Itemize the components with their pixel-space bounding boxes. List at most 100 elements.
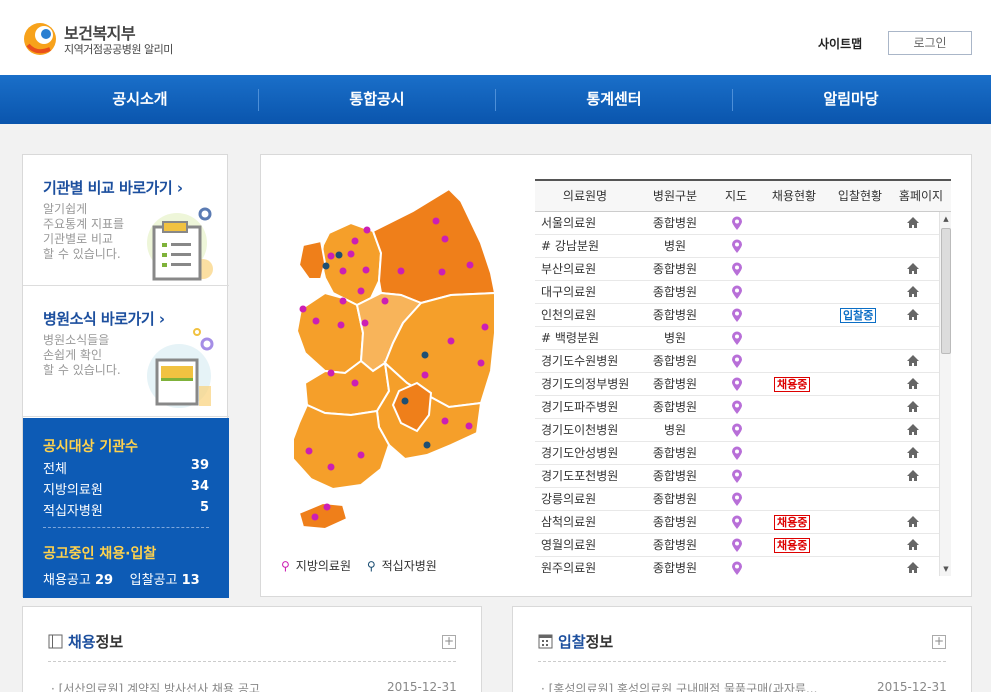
hospital-name-cell[interactable]: 경기도포천병원 xyxy=(541,465,618,488)
local-hospital-pin[interactable] xyxy=(339,267,347,275)
bid-list-item[interactable]: · [홍성의료원] 홍성의료원 구내매점 물품구매(과자류... xyxy=(541,680,817,692)
map-pin-icon[interactable] xyxy=(731,239,743,254)
local-hospital-pin[interactable] xyxy=(438,268,446,276)
map-region-chungnam[interactable] xyxy=(295,291,365,375)
hire-count-link[interactable]: 채용공고 29 xyxy=(43,573,113,588)
hiring-badge[interactable]: 채용중 xyxy=(774,538,811,553)
hospital-name-cell[interactable]: 원주의료원 xyxy=(541,557,596,576)
stat-row-redcross[interactable]: 적십자병원 5 xyxy=(43,500,209,519)
map-region-incheon[interactable] xyxy=(297,239,327,280)
map-pin-icon[interactable] xyxy=(731,285,743,300)
bid-more-button[interactable]: + xyxy=(932,635,946,649)
local-hospital-pin[interactable] xyxy=(381,297,389,305)
map-pin-icon[interactable] xyxy=(731,469,743,484)
home-icon[interactable] xyxy=(907,378,919,390)
home-icon[interactable] xyxy=(907,470,919,482)
map-pin-icon[interactable] xyxy=(731,377,743,392)
local-hospital-pin[interactable] xyxy=(477,359,485,367)
hospital-name-cell[interactable]: 경기도의정부병원 xyxy=(541,373,629,396)
local-hospital-pin[interactable] xyxy=(441,235,449,243)
local-hospital-pin[interactable] xyxy=(357,287,365,295)
local-hospital-pin[interactable] xyxy=(481,323,489,331)
compare-quicklink[interactable]: 기관별 비교 바로가기 › 알기쉽게 주요통계 지표를 기관별로 비교 할 수 … xyxy=(23,155,229,286)
home-icon[interactable] xyxy=(907,424,919,436)
local-hospital-pin[interactable] xyxy=(362,266,370,274)
home-icon[interactable] xyxy=(907,217,919,229)
local-hospital-pin[interactable] xyxy=(351,379,359,387)
local-hospital-pin[interactable] xyxy=(421,371,429,379)
map-region-jeju[interactable] xyxy=(297,501,349,531)
compare-quicklink-title[interactable]: 기관별 비교 바로가기 › xyxy=(43,177,183,198)
hospital-name-cell[interactable]: 인천의료원 xyxy=(541,304,596,327)
home-icon[interactable] xyxy=(907,263,919,275)
hiring-badge[interactable]: 채용중 xyxy=(774,377,811,392)
scroll-thumb[interactable] xyxy=(941,228,951,354)
map-region-gyeonggi[interactable] xyxy=(319,221,383,307)
hire-more-button[interactable]: + xyxy=(442,635,456,649)
local-hospital-pin[interactable] xyxy=(466,261,474,269)
stat-row-total[interactable]: 전체 39 xyxy=(43,458,209,477)
redcross-hospital-pin[interactable] xyxy=(401,397,409,405)
local-hospital-pin[interactable] xyxy=(337,321,345,329)
redcross-hospital-pin[interactable] xyxy=(335,251,343,259)
nav-item-notice[interactable]: 알림마당 xyxy=(733,75,969,124)
hospital-name-cell[interactable]: 경기도안성병원 xyxy=(541,442,618,465)
local-hospital-pin[interactable] xyxy=(327,463,335,471)
local-hospital-pin[interactable] xyxy=(312,317,320,325)
map-pin-icon[interactable] xyxy=(731,216,743,231)
map-pin-icon[interactable] xyxy=(731,515,743,530)
map-pin-icon[interactable] xyxy=(731,561,743,576)
hospital-name-cell[interactable]: 경기도이천병원 xyxy=(541,419,618,442)
redcross-hospital-pin[interactable] xyxy=(421,351,429,359)
hospital-name-cell[interactable]: 부산의료원 xyxy=(541,258,596,281)
news-quicklink-title[interactable]: 병원소식 바로가기 › xyxy=(43,308,165,329)
map-pin-icon[interactable] xyxy=(731,331,743,346)
local-hospital-pin[interactable] xyxy=(432,217,440,225)
home-icon[interactable] xyxy=(907,355,919,367)
local-hospital-pin[interactable] xyxy=(305,447,313,455)
map-pin-icon[interactable] xyxy=(731,446,743,461)
hospital-name-cell[interactable]: 경기도수원병원 xyxy=(541,350,618,373)
home-icon[interactable] xyxy=(907,539,919,551)
local-hospital-pin[interactable] xyxy=(465,422,473,430)
local-hospital-pin[interactable] xyxy=(339,297,347,305)
hospital-name-cell[interactable]: 대구의료원 xyxy=(541,281,596,304)
nav-item-disclosure-intro[interactable]: 공시소개 xyxy=(22,75,258,124)
map-region-gangwon[interactable] xyxy=(371,187,497,305)
table-scrollbar[interactable]: ▲ ▼ xyxy=(939,212,951,576)
hospital-name-cell[interactable]: # 백령분원 xyxy=(541,327,599,350)
local-hospital-pin[interactable] xyxy=(299,305,307,313)
hiring-badge[interactable]: 채용중 xyxy=(774,515,811,530)
local-hospital-pin[interactable] xyxy=(351,237,359,245)
redcross-hospital-pin[interactable] xyxy=(322,262,330,270)
bidding-badge[interactable]: 입찰중 xyxy=(840,308,877,323)
local-hospital-pin[interactable] xyxy=(327,369,335,377)
ministry-logo[interactable] xyxy=(22,15,58,59)
local-hospital-pin[interactable] xyxy=(323,503,331,511)
map-pin-icon[interactable] xyxy=(731,423,743,438)
hospital-name-cell[interactable]: 서울의료원 xyxy=(541,212,596,235)
local-hospital-pin[interactable] xyxy=(347,250,355,258)
local-hospital-pin[interactable] xyxy=(361,319,369,327)
nav-item-statistics[interactable]: 통계센터 xyxy=(496,75,732,124)
hospital-name-cell[interactable]: 경기도파주병원 xyxy=(541,396,618,419)
home-icon[interactable] xyxy=(907,309,919,321)
bid-count-link[interactable]: 입찰공고 13 xyxy=(130,573,200,588)
sitemap-link[interactable]: 사이트맵 xyxy=(818,35,862,52)
login-button[interactable]: 로그인 xyxy=(888,31,972,55)
home-icon[interactable] xyxy=(907,401,919,413)
stat-row-local[interactable]: 지방의료원 34 xyxy=(43,479,209,498)
local-hospital-pin[interactable] xyxy=(357,451,365,459)
hospital-name-cell[interactable]: 삼척의료원 xyxy=(541,511,596,534)
scroll-up-icon[interactable]: ▲ xyxy=(940,212,952,226)
hospital-name-cell[interactable]: # 강남분원 xyxy=(541,235,599,258)
nav-item-integrated-disclosure[interactable]: 통합공시 xyxy=(259,75,495,124)
map-pin-icon[interactable] xyxy=(731,308,743,323)
hospital-name-cell[interactable]: 영월의료원 xyxy=(541,534,596,557)
home-icon[interactable] xyxy=(907,447,919,459)
local-hospital-pin[interactable] xyxy=(397,267,405,275)
map-pin-icon[interactable] xyxy=(731,492,743,507)
map-pin-icon[interactable] xyxy=(731,400,743,415)
local-hospital-pin[interactable] xyxy=(363,226,371,234)
hire-list-item[interactable]: · [서산의료원] 계약직 방사선사 채용 공고 xyxy=(51,680,260,692)
